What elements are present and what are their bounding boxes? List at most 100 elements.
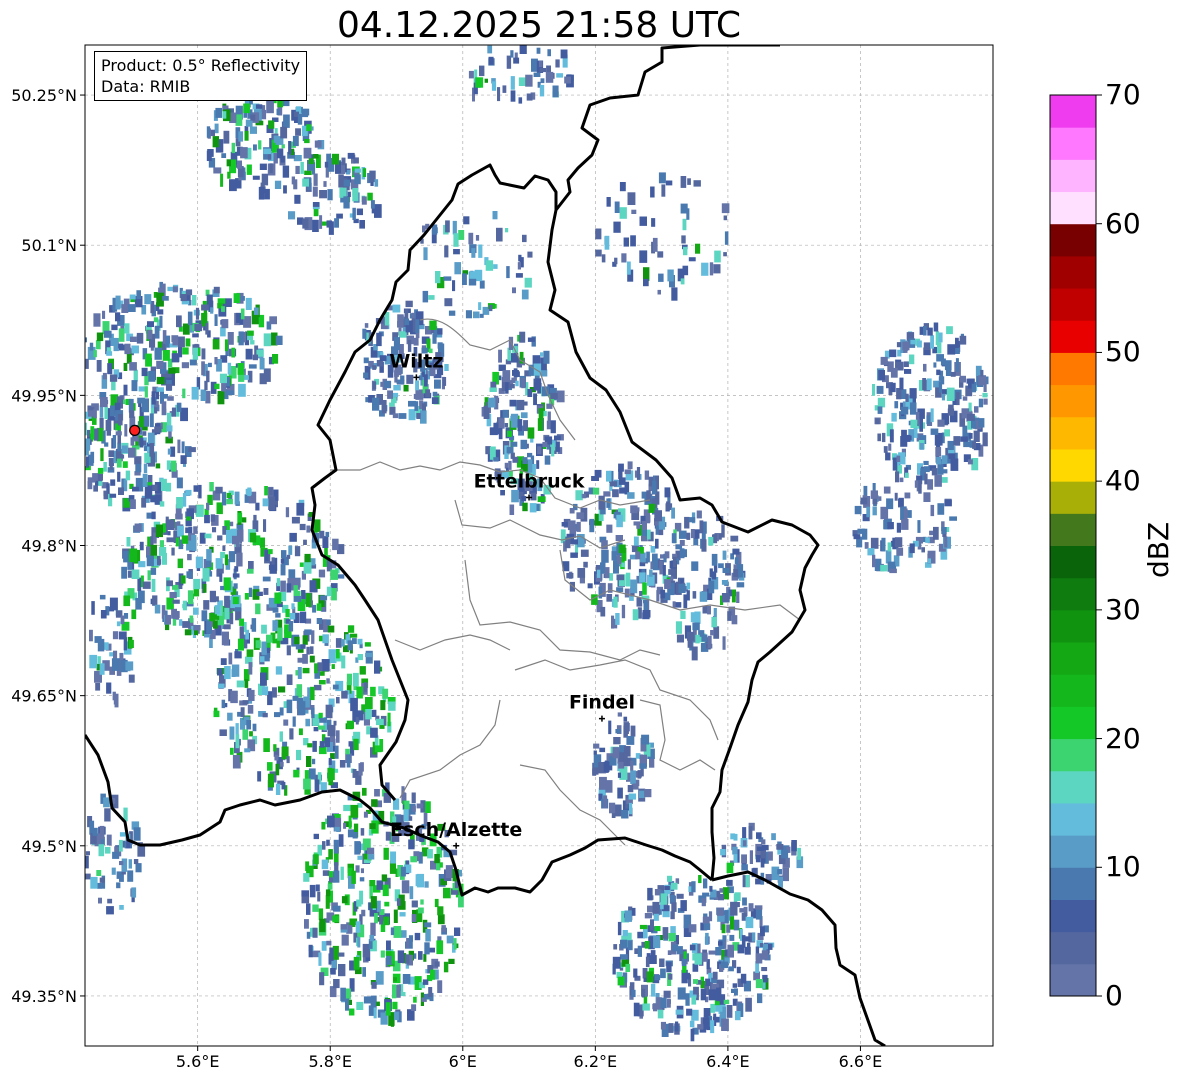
echo-cell <box>436 940 444 955</box>
echo-cell <box>955 337 959 348</box>
echo-cell <box>143 463 148 474</box>
echo-cell <box>325 895 330 909</box>
echo-cell <box>246 720 251 730</box>
echo-cell <box>935 447 942 457</box>
echo-cell <box>159 315 163 328</box>
echo-cell <box>311 758 316 765</box>
echo-cell <box>898 497 904 507</box>
echo-cell <box>665 180 673 186</box>
echo-cell <box>878 370 885 381</box>
echo-cell <box>302 635 308 645</box>
echo-cell <box>413 996 417 1003</box>
echo-cell <box>701 898 706 907</box>
echo-cell <box>627 939 633 951</box>
echo-cell <box>425 389 431 398</box>
echo-cell <box>700 988 707 1001</box>
echo-cell <box>644 941 650 949</box>
echo-cell <box>269 316 277 325</box>
echo-cell <box>205 323 209 335</box>
echo-cell <box>720 961 728 969</box>
echo-cell <box>96 870 102 876</box>
echo-cell <box>357 855 363 860</box>
echo-cell <box>885 550 892 564</box>
echo-cell <box>688 257 696 262</box>
echo-cell <box>686 1008 693 1016</box>
echo-cell <box>341 934 349 946</box>
echo-cell <box>369 880 376 887</box>
echo-cell <box>941 393 945 401</box>
radar-site-marker[interactable] <box>129 424 141 436</box>
echo-cell <box>453 938 457 950</box>
echo-cell <box>181 362 189 369</box>
echo-cell <box>112 435 117 448</box>
echo-cell <box>274 712 281 718</box>
echo-cell <box>167 448 172 455</box>
echo-cell <box>452 280 456 292</box>
echo-cell <box>259 537 265 548</box>
echo-cell <box>304 170 312 175</box>
echo-cell <box>258 140 262 150</box>
colorbar <box>1049 94 1102 997</box>
echo-cell <box>692 963 699 972</box>
echo-cell <box>583 561 588 568</box>
echo-cell <box>111 658 120 671</box>
echo-cell <box>539 68 547 73</box>
echo-cell <box>230 747 234 755</box>
echo-cell <box>978 375 986 386</box>
echo-cell <box>724 231 729 245</box>
echo-cell <box>650 186 655 198</box>
echo-cell <box>106 351 113 356</box>
echo-cell <box>632 609 639 621</box>
echo-cell <box>681 958 687 967</box>
echo-cell <box>331 664 335 669</box>
echo-cell <box>397 950 405 963</box>
echo-cell <box>352 207 356 220</box>
echo-cell <box>356 686 363 699</box>
echo-cell <box>312 219 319 232</box>
echo-cell <box>213 286 220 294</box>
echo-cell <box>338 834 344 847</box>
echo-cell <box>106 834 112 846</box>
echo-cell <box>367 854 375 860</box>
echo-cell <box>146 555 154 567</box>
echo-cell <box>556 390 565 403</box>
echo-cell <box>327 815 335 828</box>
echo-cell <box>308 158 314 165</box>
echo-cell <box>982 392 988 398</box>
echo-cell <box>206 126 211 138</box>
echo-cell <box>201 304 209 311</box>
echo-cell <box>384 380 392 389</box>
echo-cell <box>745 875 750 888</box>
echo-cell <box>171 547 175 556</box>
echo-cell <box>648 503 656 513</box>
lat-tick-label: 49.65°N <box>11 687 77 706</box>
echo-cell <box>128 447 136 458</box>
colorbar-segment <box>1050 706 1096 740</box>
echo-cell <box>527 337 535 342</box>
echo-cell <box>135 863 142 873</box>
echo-cell <box>930 504 935 517</box>
echo-cell <box>353 738 359 751</box>
echo-cell <box>422 403 426 411</box>
echo-cell <box>242 729 249 740</box>
echo-cell <box>347 152 355 159</box>
echo-cell <box>887 522 894 530</box>
echo-cell <box>305 718 311 727</box>
echo-cell <box>249 126 257 134</box>
echo-cell <box>518 97 523 104</box>
echo-cell <box>379 724 385 729</box>
colorbar-segment <box>1050 802 1096 836</box>
echo-cell <box>983 398 988 405</box>
echo-cell <box>680 176 687 188</box>
echo-cell <box>547 411 551 423</box>
echo-cell <box>413 393 418 399</box>
echo-cell <box>294 636 300 645</box>
echo-cell <box>87 481 93 490</box>
echo-cell <box>917 520 921 533</box>
echo-cell <box>533 72 541 77</box>
echo-cell <box>275 335 283 345</box>
echo-cell <box>972 441 976 449</box>
echo-cell <box>243 103 250 114</box>
echo-cell <box>533 363 542 376</box>
echo-cell <box>363 811 368 818</box>
